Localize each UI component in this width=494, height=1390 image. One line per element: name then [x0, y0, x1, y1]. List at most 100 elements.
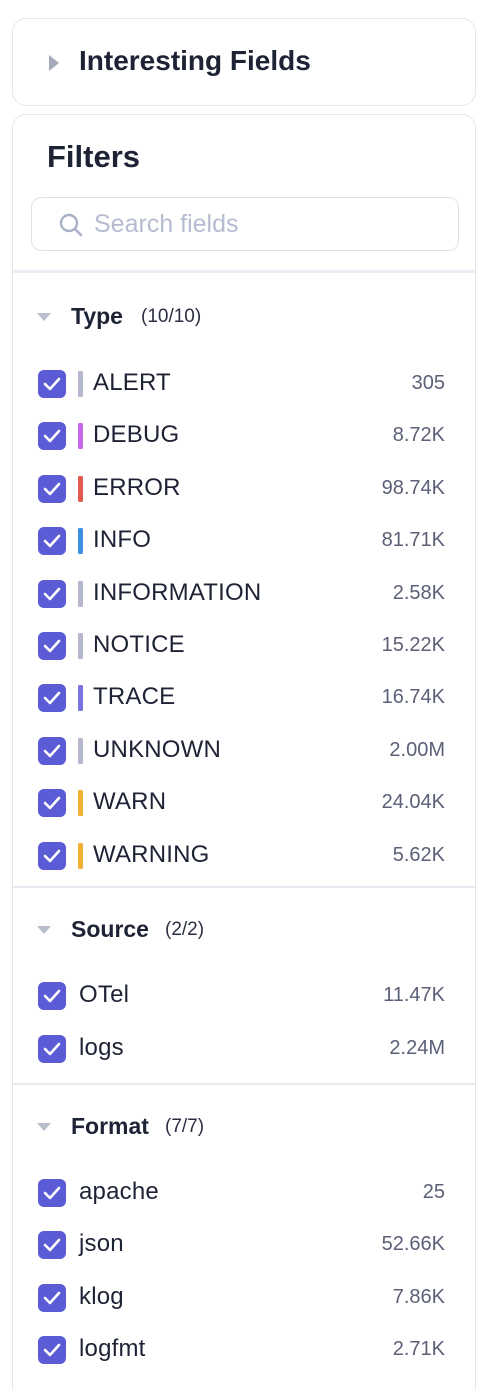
level-color-bar	[78, 842, 83, 869]
caret-down-icon[interactable]	[37, 926, 51, 934]
section-label: Source	[71, 916, 149, 942]
checkbox[interactable]	[38, 579, 66, 608]
filter-count: 2.71K	[392, 1338, 445, 1361]
filter-row[interactable]: INFO 81.71K	[13, 521, 475, 561]
filter-label: ALERT	[93, 369, 171, 396]
checkbox[interactable]	[38, 422, 66, 451]
search-icon	[59, 213, 83, 237]
checkbox[interactable]	[38, 841, 66, 870]
filter-count: 2.00M	[389, 738, 445, 761]
checkbox[interactable]	[38, 370, 66, 398]
filter-count: 15.22K	[381, 634, 445, 656]
filter-row[interactable]: apache 25	[13, 1173, 475, 1213]
level-color-bar	[78, 528, 83, 555]
checkbox[interactable]	[38, 982, 66, 1010]
checkbox[interactable]	[38, 527, 66, 556]
filter-label: logs	[79, 1033, 124, 1061]
check-icon	[43, 849, 61, 862]
checkbox[interactable]	[38, 1336, 66, 1365]
checkbox[interactable]	[38, 1034, 66, 1063]
check-icon	[43, 1343, 61, 1357]
filter-label: klog	[79, 1282, 124, 1310]
filter-row[interactable]: TRACE 16.74K	[13, 678, 475, 718]
interesting-fields-title: Interesting Fields	[79, 45, 311, 76]
filter-row[interactable]: NOTICE 15.22K	[13, 626, 475, 666]
filter-count: 52.66K	[381, 1233, 445, 1256]
filter-label: INFORMATION	[93, 578, 262, 606]
filter-row[interactable]: klog 7.86K	[13, 1278, 475, 1318]
checkbox[interactable]	[38, 789, 66, 818]
filter-label: INFO	[93, 526, 152, 554]
check-icon	[43, 744, 61, 758]
filter-count: 24.04K	[381, 791, 445, 814]
checkbox[interactable]	[38, 1283, 66, 1312]
filter-count: 8.72K	[392, 424, 445, 447]
checkbox[interactable]	[38, 736, 66, 765]
caret-down-icon[interactable]	[37, 1123, 51, 1131]
filter-label: apache	[79, 1178, 159, 1205]
filter-count: 305	[411, 372, 445, 394]
check-icon	[43, 587, 61, 600]
caret-right-icon[interactable]	[49, 55, 59, 71]
check-icon	[43, 639, 61, 653]
check-icon	[43, 534, 61, 548]
check-icon	[43, 1239, 61, 1252]
filter-row[interactable]: OTel 11.47K	[13, 976, 475, 1016]
filter-count: 2.24M	[389, 1036, 445, 1059]
check-icon	[43, 377, 61, 391]
filter-label: UNKNOWN	[93, 735, 222, 763]
caret-down-icon[interactable]	[37, 313, 51, 321]
level-color-bar	[78, 685, 83, 712]
filter-row[interactable]: UNKNOWN 2.00M	[13, 731, 475, 771]
section-count: (7/7)	[165, 1116, 205, 1137]
checkbox[interactable]	[38, 1231, 66, 1260]
check-icon	[43, 1291, 61, 1305]
level-color-bar	[78, 580, 83, 607]
filter-row[interactable]: DEBUG 8.72K	[13, 416, 475, 456]
level-color-bar	[78, 737, 83, 764]
filter-label: WARN	[93, 788, 167, 816]
level-color-bar	[78, 423, 83, 450]
check-icon	[43, 482, 61, 496]
filter-row[interactable]: ALERT 305	[13, 364, 475, 404]
checkbox[interactable]	[38, 474, 66, 503]
check-icon	[43, 1186, 61, 1200]
search-input[interactable]	[94, 208, 444, 240]
divider	[13, 270, 475, 273]
level-color-bar	[78, 633, 83, 659]
filter-count: 11.47K	[383, 984, 445, 1006]
search-box[interactable]	[31, 197, 459, 251]
filter-count: 2.58K	[392, 581, 445, 604]
filter-count: 7.86K	[392, 1285, 445, 1308]
filter-label: DEBUG	[93, 421, 180, 449]
filter-row[interactable]: WARNING 5.62K	[13, 836, 475, 876]
section-header-type[interactable]: Type (10/10)	[13, 297, 475, 337]
filter-row[interactable]: INFORMATION 2.58K	[13, 574, 475, 614]
section-header-source[interactable]: Source (2/2)	[13, 910, 475, 950]
interesting-fields-panel[interactable]: Interesting Fields	[12, 18, 476, 106]
section-label: Format	[71, 1113, 149, 1139]
check-icon	[43, 430, 61, 443]
filter-row[interactable]: ERROR 98.74K	[13, 469, 475, 509]
filter-row[interactable]: logs 2.24M	[13, 1029, 475, 1069]
checkbox[interactable]	[38, 1179, 66, 1207]
section-header-format[interactable]: Format (7/7)	[13, 1107, 475, 1147]
checkbox[interactable]	[38, 684, 66, 713]
filters-panel: Filters Type (10/10) ALERT 305 DEBUG 8.72K E…	[12, 114, 476, 1390]
divider	[13, 886, 475, 888]
filter-label: NOTICE	[93, 631, 185, 658]
filter-label: TRACE	[93, 683, 176, 711]
filter-count: 81.71K	[381, 529, 445, 552]
filter-label: ERROR	[93, 473, 181, 501]
filter-count: 25	[422, 1181, 445, 1203]
filter-row[interactable]: logfmt 2.71K	[13, 1330, 475, 1370]
section-count: (10/10)	[141, 306, 202, 327]
level-color-bar	[78, 790, 83, 817]
filter-count: 5.62K	[392, 843, 445, 866]
filter-row[interactable]: WARN 24.04K	[13, 783, 475, 823]
check-icon	[43, 796, 61, 810]
check-icon	[43, 692, 61, 705]
filter-row[interactable]: json 52.66K	[13, 1225, 475, 1265]
check-icon	[43, 1042, 61, 1055]
checkbox[interactable]	[38, 632, 66, 660]
